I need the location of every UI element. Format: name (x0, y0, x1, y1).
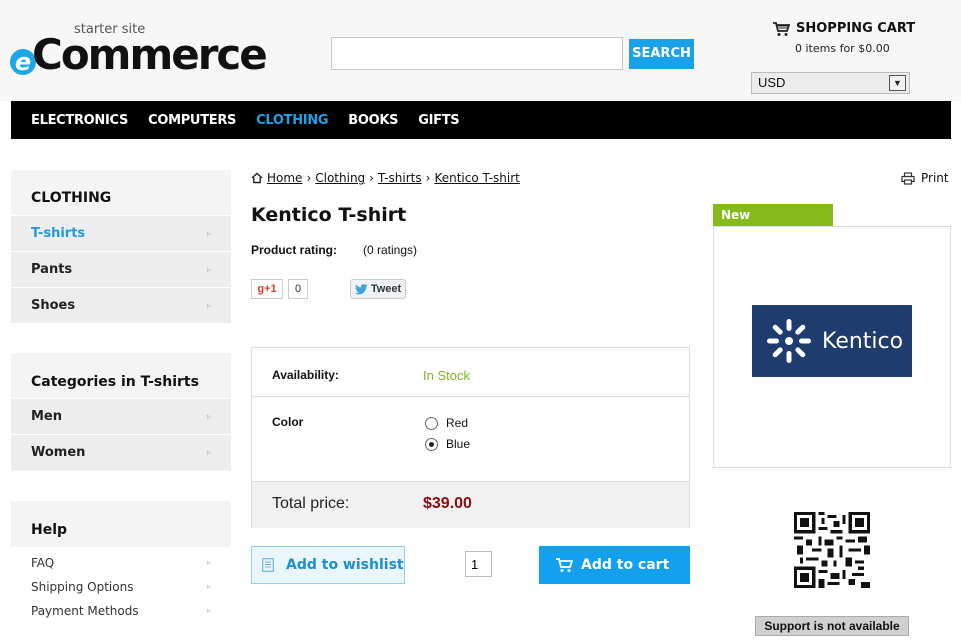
breadcrumb-separator: › (425, 171, 431, 185)
color-option-blue[interactable]: Blue (425, 437, 470, 451)
help-link-label: FAQ (31, 556, 55, 570)
help-link-shipping[interactable]: Shipping Options ▹ (11, 575, 231, 599)
chevron-right-icon: ▹ (206, 412, 211, 421)
breadcrumb: Home › Clothing › T-shirts › Kentico T-s… (251, 171, 520, 185)
sidebar-item-label: Shoes (31, 298, 76, 313)
availability-label: Availability: (272, 368, 339, 382)
radio-blue[interactable] (425, 437, 438, 451)
availability-row: Availability: In Stock (252, 348, 689, 397)
help-link-label: Payment Methods (31, 604, 139, 618)
cart-icon (556, 558, 573, 572)
radio-red[interactable] (425, 416, 438, 430)
breadcrumb-clothing[interactable]: Clothing (315, 171, 365, 185)
sidebar-item-tshirts[interactable]: T-shirts ▹ (11, 215, 231, 251)
sidebar-item-shoes[interactable]: Shoes ▹ (11, 287, 231, 323)
breadcrumb-tshirts[interactable]: T-shirts (378, 171, 422, 185)
print-button[interactable]: Print (901, 171, 949, 185)
quantity-input[interactable] (465, 551, 492, 577)
sidebar-clothing: CLOTHING T-shirts ▹ Pants ▹ Shoes ▹ (11, 170, 231, 323)
sidebar-item-label: Pants (31, 262, 73, 277)
nav-clothing[interactable]: CLOTHING (256, 113, 328, 128)
home-icon (251, 172, 263, 184)
nav-gifts[interactable]: GIFTS (418, 113, 459, 128)
color-option-label: Blue (446, 437, 471, 451)
color-label: Color (272, 415, 304, 429)
printer-icon (901, 171, 915, 185)
print-label: Print (921, 171, 949, 185)
tweet-button[interactable]: Tweet (350, 279, 406, 299)
availability-value: In Stock (423, 368, 470, 383)
help-link-faq[interactable]: FAQ ▹ (11, 551, 231, 575)
sidebar-item-men[interactable]: Men ▹ (11, 398, 231, 434)
product-title: Kentico T-shirt (251, 204, 407, 226)
sidebar-title-categories: Categories in T-shirts (31, 374, 199, 390)
nav-books[interactable]: BOOKS (348, 113, 398, 128)
currency-select[interactable]: USD ▼ (751, 72, 910, 94)
sidebar-item-pants[interactable]: Pants ▹ (11, 251, 231, 287)
chevron-right-icon: ▹ (206, 606, 211, 615)
wishlist-label: Add to wishlist (286, 557, 404, 573)
help-link-payment[interactable]: Payment Methods ▹ (11, 599, 231, 623)
cart-summary: 0 items for $0.00 (795, 42, 890, 55)
chevron-right-icon: ▹ (206, 265, 211, 274)
qr-code-icon (794, 512, 870, 588)
chevron-right-icon: ▹ (206, 448, 211, 457)
document-icon (262, 558, 274, 572)
kentico-brand-text: Kentico (822, 328, 904, 354)
add-to-wishlist-button[interactable]: Add to wishlist (251, 546, 405, 584)
chevron-right-icon: ▹ (206, 558, 211, 567)
kentico-logo: Kentico (752, 305, 912, 377)
rating-label: Product rating: (251, 243, 337, 257)
breadcrumb-current[interactable]: Kentico T-shirt (434, 171, 519, 185)
add-to-cart-label: Add to cart (581, 557, 670, 573)
rating-value: (0 ratings) (363, 243, 418, 257)
total-price-row: Total price: $39.00 (252, 481, 689, 528)
breadcrumb-separator: › (306, 171, 312, 185)
chevron-right-icon: ▹ (206, 301, 211, 310)
google-plus-count: 0 (288, 279, 308, 299)
product-image[interactable]: Kentico (713, 226, 951, 468)
total-price-value: $39.00 (423, 495, 472, 512)
sidebar-title-help: Help (31, 522, 68, 538)
color-option-label: Red (446, 416, 469, 430)
kentico-flower-icon (767, 319, 811, 363)
google-plus-button[interactable]: g+1 (251, 279, 283, 299)
main-nav: ELECTRONICS COMPUTERS CLOTHING BOOKS GIF… (11, 101, 951, 139)
product-details-panel: Availability: In Stock Color Red Blue To… (251, 347, 690, 528)
sidebar-item-women[interactable]: Women ▹ (11, 434, 231, 470)
new-badge: New (713, 204, 833, 226)
sidebar-item-label: Men (31, 409, 63, 424)
sidebar-help: Help FAQ ▹ Shipping Options ▹ Payment Me… (11, 501, 231, 631)
currency-value: USD (758, 75, 786, 90)
twitter-bird-icon (354, 283, 368, 294)
cart-title: SHOPPING CART (796, 21, 916, 36)
support-status: Support is not available (755, 616, 909, 636)
sidebar-item-label: T-shirts (31, 226, 86, 241)
sidebar-categories: Categories in T-shirts Men ▹ Women ▹ (11, 353, 231, 471)
nav-electronics[interactable]: ELECTRONICS (31, 113, 128, 128)
nav-computers[interactable]: COMPUTERS (148, 113, 236, 128)
chevron-down-icon[interactable]: ▼ (889, 75, 906, 91)
tweet-label: Tweet (370, 283, 402, 295)
chevron-right-icon: ▹ (206, 582, 211, 591)
breadcrumb-separator: › (369, 171, 374, 185)
logo-wordmark: Commerce (32, 30, 268, 79)
sidebar-item-label: Women (31, 445, 86, 460)
total-price-label: Total price: (272, 495, 350, 512)
search-button[interactable]: SEARCH (629, 39, 694, 69)
color-option-red[interactable]: Red (425, 416, 468, 430)
chevron-right-icon: ▹ (206, 229, 211, 238)
search-input[interactable] (331, 37, 623, 70)
site-logo[interactable]: starter site e Commerce (10, 22, 272, 79)
cart-icon (773, 22, 790, 36)
add-to-cart-button[interactable]: Add to cart (539, 546, 690, 584)
breadcrumb-home[interactable]: Home (267, 171, 302, 185)
help-link-label: Shipping Options (31, 580, 134, 594)
sidebar-title-clothing: CLOTHING (31, 190, 112, 206)
